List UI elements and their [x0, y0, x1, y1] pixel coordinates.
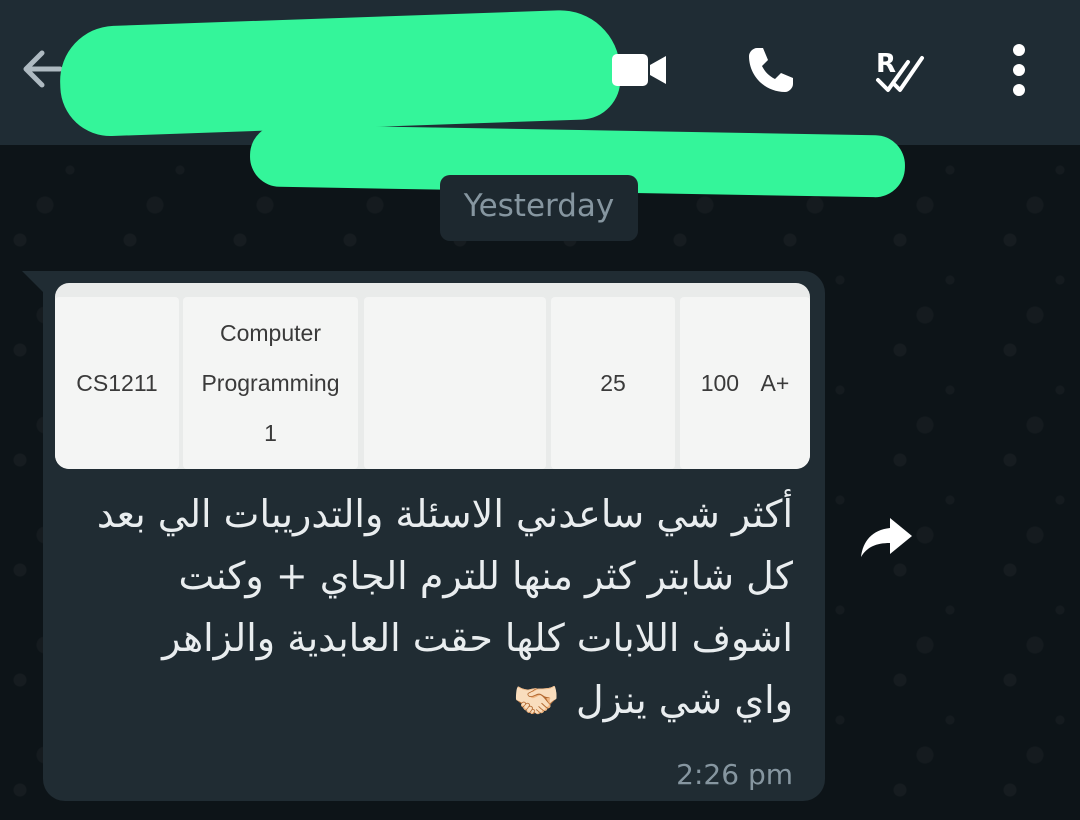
incoming-message-bubble[interactable]: CS1211 Computer Programming 1 25 100 A+ … [43, 271, 825, 801]
grade-value: A+ [760, 370, 790, 396]
bubble-tail [22, 271, 44, 293]
message-text: أكثر شي ساعدني الاسئلة والتدريبات الي بع… [93, 483, 793, 731]
table-cell-total-grade: 100 A+ [680, 297, 810, 469]
arrow-left-icon[interactable] [20, 45, 64, 93]
table-cell-score: 25 [551, 297, 675, 469]
redacted-contact-name[interactable] [58, 8, 622, 138]
date-separator: Yesterday [440, 175, 638, 241]
svg-text:R: R [876, 49, 896, 79]
table-cell-course-name: Computer Programming 1 [183, 297, 358, 469]
table-cell-empty [364, 297, 546, 469]
video-camera-icon[interactable] [608, 48, 670, 92]
grade-table-screenshot[interactable]: CS1211 Computer Programming 1 25 100 A+ [55, 283, 810, 469]
total-value: 100 [700, 370, 740, 396]
course-name-line-3: 1 [264, 420, 277, 446]
vertical-dots-icon[interactable] [1004, 42, 1034, 98]
r-double-check-icon[interactable]: R [872, 44, 934, 96]
message-timestamp: 2:26 pm [676, 758, 793, 791]
course-name-line-2: Programming [201, 370, 340, 396]
course-name-line-1: Computer [220, 320, 321, 346]
table-cell-course-code: CS1211 [55, 297, 179, 469]
handshake-emoji: 🤝🏻 [512, 678, 561, 722]
phone-icon[interactable] [745, 44, 797, 96]
forward-arrow-icon[interactable] [858, 514, 916, 560]
message-body: أكثر شي ساعدني الاسئلة والتدريبات الي بع… [96, 492, 793, 722]
chat-header: R [0, 0, 1080, 198]
